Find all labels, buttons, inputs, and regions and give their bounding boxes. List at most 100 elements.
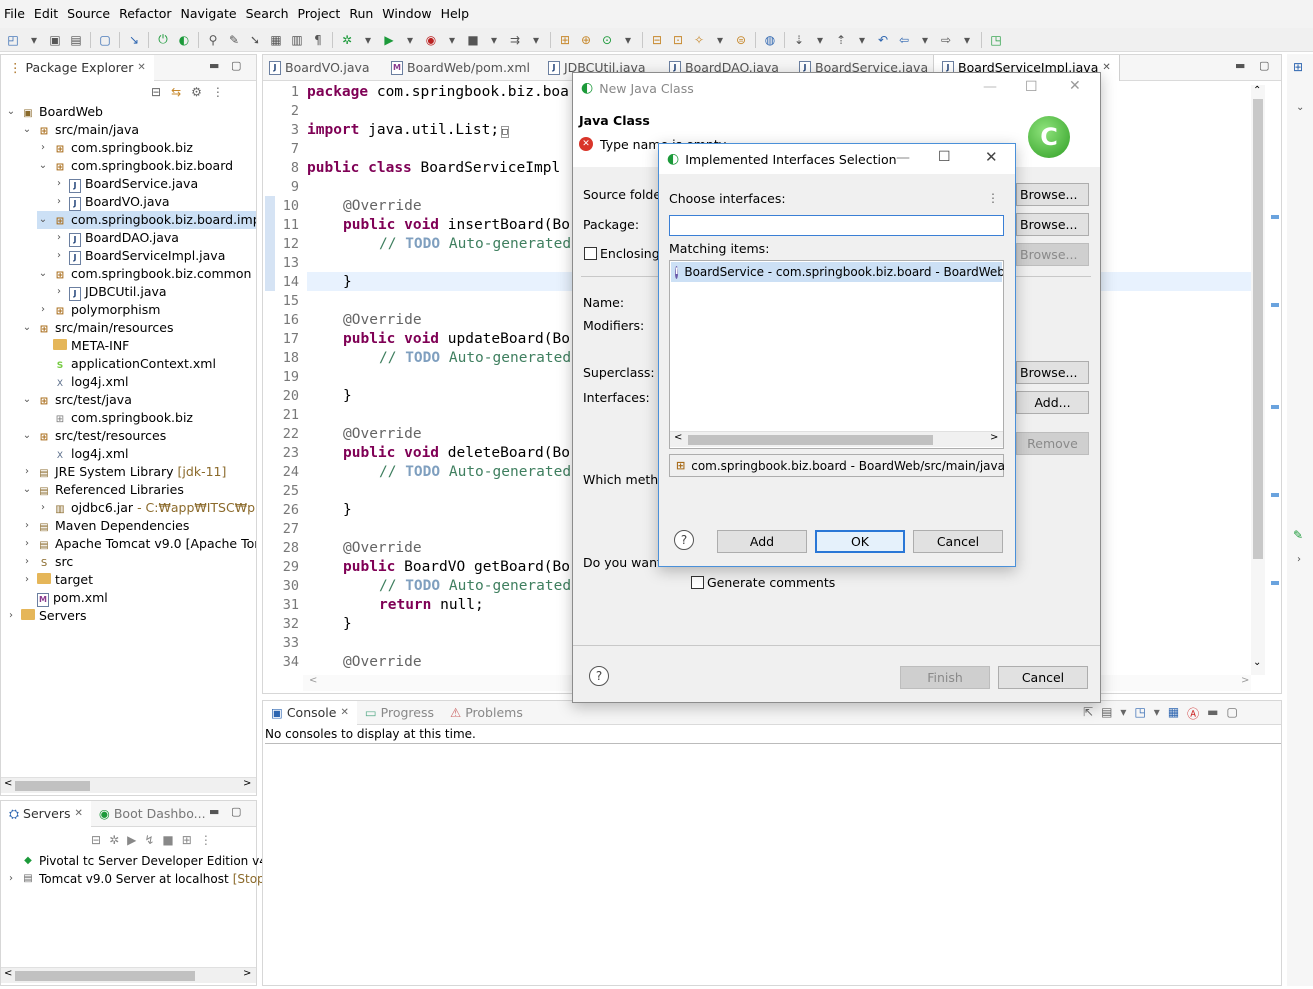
tree-item[interactable]: SapplicationContext.xml xyxy=(37,355,216,373)
tree-item[interactable]: ⌄ ⊞ com.springbook.biz.common xyxy=(37,265,252,283)
tree-item[interactable]: › target xyxy=(21,571,93,589)
editor-vscroll[interactable]: ⌃ ⌄ xyxy=(1251,85,1265,675)
enclosing-type-checkbox[interactable] xyxy=(584,247,597,260)
tab-boardvo[interactable]: J BoardVO.java xyxy=(269,55,370,81)
expand-icon[interactable]: › xyxy=(5,870,17,888)
open-folder-icon[interactable]: ⊜ xyxy=(732,31,750,49)
add-button[interactable]: Add xyxy=(717,530,807,553)
tree-item[interactable]: ⌄ ⊞ com.springbook.biz.board.impl xyxy=(37,211,256,229)
browse-enclosing-button[interactable]: Browse... xyxy=(1016,243,1089,266)
maximize-icon[interactable]: ☐ xyxy=(1025,79,1038,95)
minimize-icon[interactable]: ▬ xyxy=(209,805,219,818)
browse-package-button[interactable]: Browse... xyxy=(1016,213,1089,236)
new-class-icon[interactable]: ⊕ xyxy=(577,31,595,49)
chevron-right-icon[interactable]: › xyxy=(21,535,33,553)
collapse-icon[interactable]: ⊟ xyxy=(91,833,101,847)
prev-annotation-icon[interactable]: ⇡ xyxy=(832,31,850,49)
chevron-right-icon[interactable]: › xyxy=(21,517,33,535)
chevron-down-icon[interactable]: ⌄ xyxy=(1296,102,1304,113)
dropdown-icon[interactable]: ▾ xyxy=(443,31,461,49)
profile-icon[interactable]: ↯ xyxy=(144,833,154,847)
close-icon[interactable]: ✕ xyxy=(1069,78,1081,94)
tree-item[interactable]: › ⊞ com.springbook.biz xyxy=(37,139,193,157)
menu-run[interactable]: Run xyxy=(347,0,380,28)
interface-search-input[interactable] xyxy=(669,215,1004,236)
terminal-icon[interactable]: ▢ xyxy=(96,31,114,49)
next-annotation-icon[interactable]: ⇣ xyxy=(790,31,808,49)
list-item[interactable]: I BoardService - com.springbook.biz.boar… xyxy=(671,262,1003,282)
tree-item[interactable]: ⌄ ⊞ src/test/java xyxy=(21,391,132,409)
scroll-right-icon[interactable]: > xyxy=(990,432,998,443)
scroll-left-icon[interactable]: < xyxy=(674,432,682,443)
tree-item[interactable]: › Servers xyxy=(5,607,87,625)
tree-item[interactable]: ⌄ ⊞ src/main/java xyxy=(21,121,139,139)
chevron-right-icon[interactable]: › xyxy=(53,283,65,301)
minimize-icon[interactable]: ▬ xyxy=(1235,59,1245,72)
menu-navigate[interactable]: Navigate xyxy=(179,0,244,28)
chevron-right-icon[interactable]: › xyxy=(53,247,65,265)
tree-item[interactable]: Mpom.xml xyxy=(21,589,108,607)
search-icon[interactable]: ✧ xyxy=(690,31,708,49)
cancel-button[interactable]: Cancel xyxy=(998,666,1088,689)
remove-interface-button[interactable]: Remove xyxy=(1016,432,1089,455)
ant-icon[interactable]: Ⓐ xyxy=(1187,705,1199,722)
dropdown-icon[interactable]: ▾ xyxy=(811,31,829,49)
chevron-right-icon[interactable]: › xyxy=(37,499,49,517)
menu-window[interactable]: Window xyxy=(380,0,438,28)
dropdown-icon[interactable]: ▾ xyxy=(25,31,43,49)
tree-item[interactable]: ⊞ com.springbook.biz xyxy=(37,409,193,427)
chevron-right-icon[interactable]: › xyxy=(21,463,33,481)
tree-item[interactable]: META-INF xyxy=(37,337,129,355)
chevron-down-icon[interactable]: ⌄ xyxy=(21,391,33,409)
dropdown-icon[interactable]: ▾ xyxy=(485,31,503,49)
maximize-icon[interactable]: ▢ xyxy=(231,59,241,72)
open-perspective-icon[interactable]: ◳ xyxy=(987,31,1005,49)
menu-source[interactable]: Source xyxy=(65,0,117,28)
scroll-thumb[interactable] xyxy=(688,435,933,445)
boot-dashboard-tab[interactable]: ◉ Boot Dashbo... xyxy=(91,801,214,827)
marker-icon[interactable]: ➘ xyxy=(246,31,264,49)
chevron-down-icon[interactable]: ⌄ xyxy=(21,319,33,337)
display-console-icon[interactable]: ▤ xyxy=(1101,705,1112,722)
dropdown-icon[interactable]: ▾ xyxy=(619,31,637,49)
tree-item[interactable]: ⌄ ▤ Referenced Libraries xyxy=(21,481,184,499)
view-menu-icon[interactable]: ⋮ xyxy=(200,833,212,847)
tree-item[interactable]: ⌄ ⊞ com.springbook.biz.board xyxy=(37,157,233,175)
stop-icon[interactable]: ■ xyxy=(162,833,173,847)
view-menu-icon[interactable]: ⋮ xyxy=(987,191,999,205)
scroll-down-icon[interactable]: ⌄ xyxy=(1253,657,1261,668)
chevron-right-icon[interactable]: › xyxy=(53,229,65,247)
chevron-right-icon[interactable]: › xyxy=(37,139,49,157)
block-select-icon[interactable]: ▦ xyxy=(267,31,285,49)
pin-icon[interactable]: ⚲ xyxy=(204,31,222,49)
menu-project[interactable]: Project xyxy=(296,0,348,28)
scroll-thumb[interactable] xyxy=(15,971,195,981)
minimize-icon[interactable]: — xyxy=(983,79,997,95)
package-explorer-hscroll[interactable]: < > xyxy=(1,777,256,793)
connect-icon[interactable]: ⇉ xyxy=(506,31,524,49)
tree-item[interactable]: › J BoardVO.java xyxy=(53,193,170,211)
close-icon[interactable]: ✕ xyxy=(985,148,998,166)
add-interface-button[interactable]: Add... xyxy=(1016,391,1089,414)
help-icon[interactable]: ? xyxy=(674,530,694,550)
scroll-thumb[interactable] xyxy=(1253,99,1263,559)
debug-server-icon[interactable]: ✲ xyxy=(109,833,119,847)
dropdown-icon[interactable]: ▾ xyxy=(853,31,871,49)
tree-item[interactable]: › J JDBCUtil.java xyxy=(53,283,167,301)
minimize-icon[interactable]: ▬ xyxy=(1207,705,1218,722)
spring-icon[interactable]: ◐ xyxy=(175,31,193,49)
scroll-right-icon[interactable]: > xyxy=(243,968,251,979)
chevron-right-icon[interactable]: › xyxy=(1297,554,1301,565)
close-icon[interactable]: ✕ xyxy=(137,62,145,73)
new-spring-icon[interactable]: ⊙ xyxy=(598,31,616,49)
open-type-icon[interactable]: ⊟ xyxy=(648,31,666,49)
console-tab[interactable]: ▣ Console ✕ xyxy=(263,700,357,725)
dropdown-icon[interactable]: ▾ xyxy=(527,31,545,49)
external-tools-icon[interactable]: ◉ xyxy=(422,31,440,49)
chevron-down-icon[interactable]: ⌄ xyxy=(21,427,33,445)
skip-breakpoints-icon[interactable]: ↘ xyxy=(125,31,143,49)
collapse-all-icon[interactable]: ⊟ xyxy=(151,85,161,99)
scroll-right-icon[interactable]: > xyxy=(1241,675,1249,686)
chevron-down-icon[interactable]: ⌄ xyxy=(37,265,49,283)
chevron-right-icon[interactable]: › xyxy=(37,301,49,319)
